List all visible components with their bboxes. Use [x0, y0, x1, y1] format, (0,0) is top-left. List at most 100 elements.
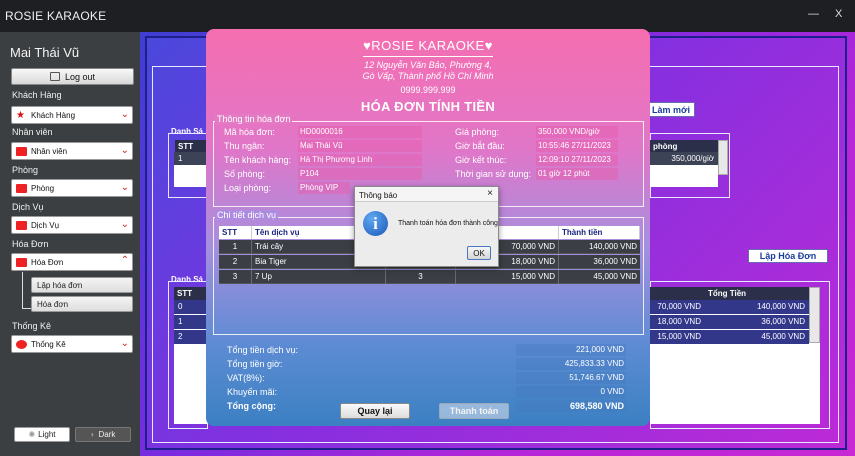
end-time-value: 12:09:10 27/11/2023	[536, 154, 618, 166]
pay-button[interactable]: Thanh toán	[439, 403, 509, 419]
room-number-value: P104	[298, 168, 422, 180]
start-time-value: 10:55:46 27/11/2023	[536, 140, 618, 152]
lower-row-stt[interactable]: 0	[174, 300, 207, 314]
refresh-button[interactable]: Làm mới	[647, 102, 695, 117]
upper-row-price[interactable]: 350,000/giờ	[650, 152, 718, 165]
close-window-button[interactable]: X	[835, 8, 842, 20]
section-label-customer: Khách Hàng	[12, 90, 62, 100]
room-price-value: 350,000 VND/giờ	[536, 126, 618, 138]
invoice-list-menu-item[interactable]: Hóa đơn	[31, 296, 133, 312]
service-total: 36,000 VND	[593, 257, 637, 266]
lower-row-price[interactable]: 18,000 VND	[650, 315, 705, 329]
lower-row-total[interactable]: 36,000 VND	[705, 315, 809, 329]
room-icon	[16, 183, 27, 193]
service-combo[interactable]: Dịch Vụ ⌄	[11, 216, 133, 234]
room-combo[interactable]: Phòng ⌄	[11, 179, 133, 197]
chevron-down-icon: ⌄	[120, 145, 129, 156]
service-total: 45,000 VND	[593, 272, 637, 281]
discount-value: 0 VND	[516, 386, 626, 398]
logout-label: Log out	[64, 71, 96, 82]
service-icon	[16, 220, 27, 230]
customer-name-label: Tên khách hàng:	[224, 155, 292, 165]
invoice-address-line2: Gò Vấp, Thành phố Hồ Chí Minh	[362, 71, 494, 81]
room-type-label: Loại phòng:	[224, 183, 272, 193]
light-theme-button[interactable]: ✺ Light	[14, 427, 70, 442]
light-theme-label: Light	[38, 430, 56, 439]
employee-card-icon	[16, 146, 27, 156]
service-total: 140,000 VND	[588, 242, 637, 251]
service-qty: 3	[386, 270, 456, 284]
lower-scrollbar[interactable]	[809, 287, 820, 343]
service-name: 7 Up	[252, 270, 386, 284]
invoice-phone: 0999.999.999	[400, 85, 456, 95]
lower-row-stt[interactable]: 1	[174, 315, 207, 329]
usage-time-value: 01 giờ 12 phút	[536, 168, 618, 180]
chevron-up-icon: ⌃	[120, 255, 129, 266]
person-star-icon: ★	[16, 109, 25, 121]
service-stt: 2	[219, 255, 252, 269]
employee-combo-value: Nhân viên	[31, 146, 68, 156]
invoice-info-group-title: Thông tin hóa đơn	[215, 114, 293, 124]
lower-row-price[interactable]: 15,000 VND	[650, 330, 705, 344]
upper-row-stt[interactable]: 1	[174, 152, 206, 165]
logout-button[interactable]: Log out	[11, 68, 134, 85]
service-combo-value: Dịch Vụ	[31, 220, 60, 230]
end-time-label: Giờ kết thúc:	[455, 155, 507, 165]
section-label-room: Phòng	[12, 165, 39, 175]
lower-row-price[interactable]: 70,000 VND	[650, 300, 705, 314]
upper-scrollbar[interactable]	[718, 140, 728, 175]
room-number-label: Số phòng:	[224, 169, 266, 179]
lower-row-total[interactable]: 45,000 VND	[705, 330, 809, 344]
invoice-combo[interactable]: Hóa Đơn ⌃	[11, 253, 133, 271]
back-button[interactable]: Quay lại	[340, 403, 410, 419]
customer-combo[interactable]: ★ Khách Hàng ⌄	[11, 106, 133, 124]
lower-row-stt[interactable]: 2	[174, 330, 207, 344]
section-label-employee: Nhân viên	[12, 127, 53, 137]
create-invoice-button[interactable]: Lập Hóa Đơn	[748, 249, 828, 263]
dark-theme-button[interactable]: ◐ Dark	[75, 427, 131, 442]
lower-header-stt: STT	[174, 287, 207, 300]
customer-combo-value: Khách Hàng	[31, 110, 76, 120]
brand-underline	[363, 56, 493, 57]
notification-dialog: Thông báo × i Thanh toán hóa đơn thành c…	[354, 186, 499, 267]
section-label-invoice: Hóa Đơn	[12, 239, 49, 249]
service-total-value: 221,000 VND	[516, 344, 626, 356]
chevron-down-icon: ⌄	[120, 338, 129, 349]
sun-icon: ✺	[28, 430, 36, 439]
user-name: Mai Thái Vũ	[10, 45, 80, 60]
invoice-title: HÓA ĐƠN TÍNH TIỀN	[360, 99, 496, 114]
service-stt: 1	[219, 240, 252, 254]
room-price-label: Giá phòng:	[455, 127, 500, 137]
start-time-label: Giờ bắt đầu:	[455, 141, 505, 151]
section-label-service: Dịch Vụ	[12, 202, 44, 212]
employee-combo[interactable]: Nhân viên ⌄	[11, 142, 133, 160]
create-invoice-menu-item[interactable]: Lập hóa đơn	[31, 277, 133, 293]
room-type-value: Phòng VIP	[298, 182, 350, 194]
logout-icon	[49, 72, 60, 81]
room-combo-value: Phòng	[31, 183, 55, 193]
grand-total-value: 698,580 VND	[516, 400, 626, 412]
chevron-down-icon: ⌄	[120, 109, 129, 120]
chevron-down-icon: ⌄	[120, 182, 129, 193]
lower-row-total[interactable]: 140,000 VND	[705, 300, 809, 314]
stats-combo[interactable]: Thống Kê ⌄	[11, 335, 133, 353]
notification-text: Thanh toán hóa đơn thành công	[398, 220, 498, 227]
invoice-address-line1: 12 Nguyễn Văn Bảo, Phường 4,	[364, 60, 492, 70]
sidebar: Mai Thái Vũ Log out Khách Hàng ★ Khách H…	[0, 32, 140, 456]
service-total-label: Tổng tiền dịch vụ:	[227, 345, 299, 355]
stats-combo-value: Thống Kê	[31, 339, 66, 349]
hour-total-label: Tổng tiền giờ:	[227, 359, 283, 369]
window-titlebar: ROSIE KARAOKE — X	[0, 0, 855, 32]
invoice-id-label: Mã hóa đơn:	[224, 127, 275, 137]
minimize-button[interactable]: —	[808, 8, 819, 20]
section-label-stats: Thống Kê	[12, 321, 52, 331]
notification-title: Thông báo	[359, 191, 398, 200]
service-header-total: Thành tiền	[559, 226, 640, 239]
ok-button[interactable]: OK	[467, 246, 491, 260]
invoice-combo-value: Hóa Đơn	[31, 257, 64, 267]
close-icon[interactable]: ×	[487, 188, 493, 199]
lower-header-price	[650, 287, 705, 300]
chevron-down-icon: ⌄	[120, 219, 129, 230]
app-title: ROSIE KARAOKE	[5, 9, 107, 23]
service-row[interactable]: 3 7 Up 3 15,000 VND 45,000 VND	[219, 270, 640, 284]
